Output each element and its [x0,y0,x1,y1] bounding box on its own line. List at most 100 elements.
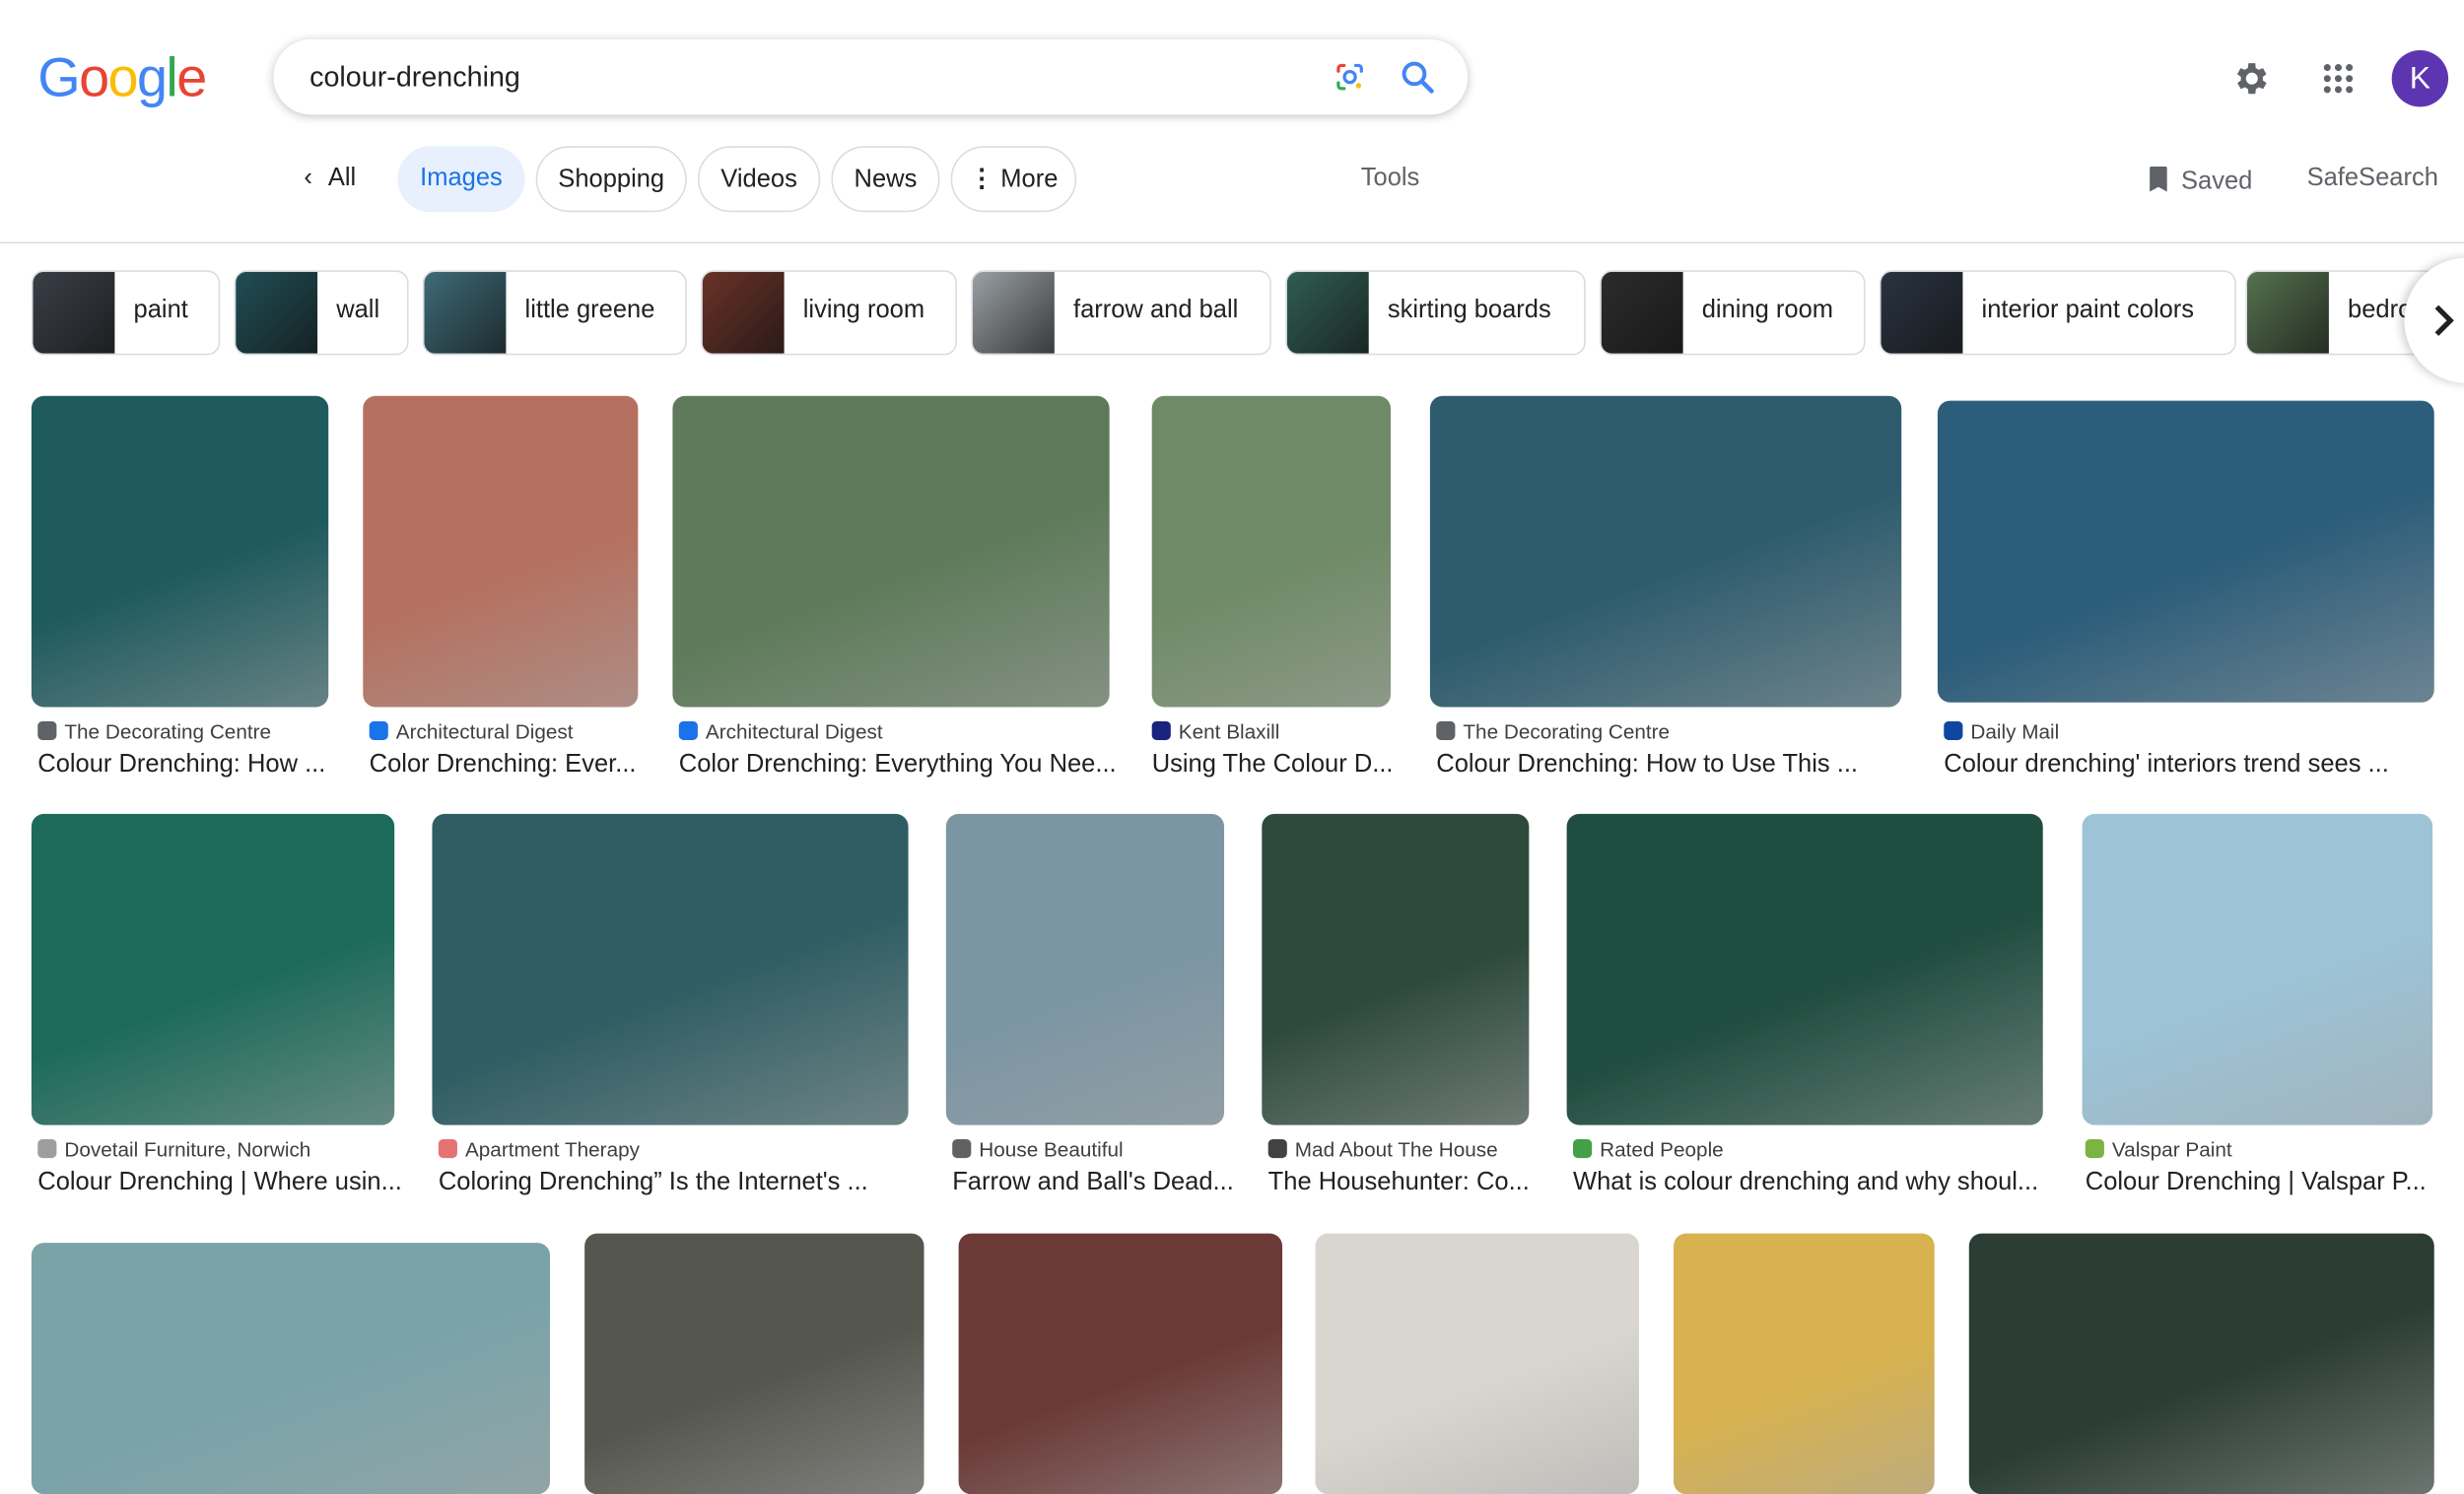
result-source: The Decorating Centre [1436,719,1670,743]
result-image[interactable] [1315,1233,1639,1494]
chip-thumbnail [972,271,1055,354]
result-image[interactable] [31,395,329,708]
chip-label: bedro [2348,297,2413,324]
result-image[interactable] [1262,813,1530,1125]
result-title[interactable]: What is colour drenching and why shoul..… [1573,1169,2038,1197]
site-favicon-icon [37,720,57,740]
result-source: Dovetail Furniture, Norwich [37,1137,310,1161]
chip-label: interior paint colors [1981,297,2195,324]
result-title[interactable]: Farrow and Ball's Dead... [952,1169,1234,1197]
account-avatar[interactable]: K [2391,50,2449,107]
result-title[interactable]: Using The Colour D... [1152,751,1394,780]
site-favicon-icon [678,720,698,740]
site-favicon-icon [952,1138,972,1159]
result-image[interactable] [945,813,1225,1125]
source-name: Rated People [1600,1137,1724,1162]
result-title[interactable]: Color Drenching: Everything You Nee... [679,751,1117,780]
chip-label: living room [802,297,925,324]
settings-gear-icon[interactable] [2231,58,2272,99]
chip-thumbnail [1601,271,1683,354]
source-name: The Decorating Centre [64,719,272,744]
chip-wall[interactable]: wall [234,270,409,356]
result-title[interactable]: Colour Drenching | Where usin... [37,1169,402,1197]
site-favicon-icon [1151,720,1171,740]
result-image[interactable] [958,1233,1283,1494]
result-title[interactable]: The Househunter: Co... [1268,1169,1530,1197]
result-image[interactable] [31,813,395,1125]
result-source: House Beautiful [952,1137,1124,1162]
result-image[interactable] [1429,395,1902,708]
source-name: Mad About The House [1294,1137,1498,1162]
result-source: Architectural Digest [678,719,883,744]
result-image[interactable] [672,395,1110,708]
result-title[interactable]: Colour Drenching: How ... [37,751,325,780]
chip-dining-room[interactable]: dining room [1600,270,1866,356]
search-box[interactable]: colour-drenching [273,38,1469,115]
tab-more-label: More [1000,167,1059,194]
source-name: Daily Mail [1970,719,2060,744]
source-name: House Beautiful [979,1137,1124,1162]
tab-news[interactable]: News [831,146,940,213]
search-icon[interactable] [1399,58,1436,96]
google-apps-icon[interactable] [2319,60,2357,98]
result-image[interactable] [1566,813,2043,1125]
chip-paint[interactable]: paint [31,270,221,356]
result-image[interactable] [1937,400,2434,703]
google-lens-icon[interactable] [1333,60,1367,95]
result-source: Kent Blaxill [1151,719,1279,743]
chip-farrow-and-ball[interactable]: farrow and ball [971,270,1271,356]
tab-all[interactable]: ‹ All [289,146,372,213]
header-divider [0,241,2464,244]
result-image[interactable] [2082,813,2433,1125]
tab-more[interactable]: ⋮ More [950,146,1077,213]
source-name: Architectural Digest [705,719,883,744]
chip-label: farrow and ball [1072,297,1239,324]
tab-shopping[interactable]: Shopping [535,146,687,213]
result-image[interactable] [1674,1233,1935,1494]
site-favicon-icon [1944,720,1963,740]
result-source: Daily Mail [1944,719,2059,743]
chip-label: little greene [524,297,655,324]
search-input[interactable]: colour-drenching [309,61,520,94]
source-name: Apartment Therapy [464,1137,640,1162]
chip-label: skirting boards [1387,297,1551,324]
result-image[interactable] [1968,1233,2434,1494]
chip-thumbnail [1286,271,1369,354]
safesearch-button[interactable]: SafeSearch [2307,165,2438,193]
source-name: The Decorating Centre [1463,719,1671,744]
chip-thumbnail [702,271,785,354]
result-image[interactable] [432,813,909,1125]
chip-interior-paint-colors[interactable]: interior paint colors [1879,270,2236,356]
result-source: Valspar Paint [2085,1137,2232,1162]
result-source: Apartment Therapy [438,1137,640,1162]
result-source: Rated People [1572,1137,1724,1162]
site-favicon-icon [369,720,388,740]
saved-button[interactable]: Saved [2147,165,2252,196]
chip-thumbnail [33,271,115,354]
result-title[interactable]: Colour Drenching | Valspar P... [2086,1169,2427,1197]
result-image[interactable] [31,1243,551,1494]
result-title[interactable]: Coloring Drenching” Is the Internet's ..… [439,1169,868,1197]
tab-images[interactable]: Images [397,146,525,213]
chevron-left-icon: ‹ [304,165,312,192]
chevron-right-icon [2434,305,2454,336]
result-image[interactable] [363,395,639,708]
google-logo[interactable]: Google [37,46,207,110]
chip-living-room[interactable]: living room [701,270,957,356]
chip-skirting-boards[interactable]: skirting boards [1285,270,1586,356]
result-image[interactable] [584,1233,924,1494]
result-image[interactable] [1151,395,1392,708]
result-title[interactable]: Colour Drenching: How to Use This ... [1436,751,1858,780]
tools-button[interactable]: Tools [1361,165,1420,193]
logo-text: Google [37,46,207,109]
result-title[interactable]: Colour drenching' interiors trend sees .… [1944,751,2389,780]
tab-videos[interactable]: Videos [697,146,821,213]
chip-thumbnail [236,271,318,354]
chip-label: wall [336,297,380,324]
chip-little-greene[interactable]: little greene [422,270,687,356]
bookmark-icon [2150,167,2167,192]
result-title[interactable]: Color Drenching: Ever... [370,751,637,780]
source-name: Architectural Digest [395,719,574,744]
source-name: Valspar Paint [2111,1137,2232,1162]
chip-thumbnail [1881,271,1963,354]
